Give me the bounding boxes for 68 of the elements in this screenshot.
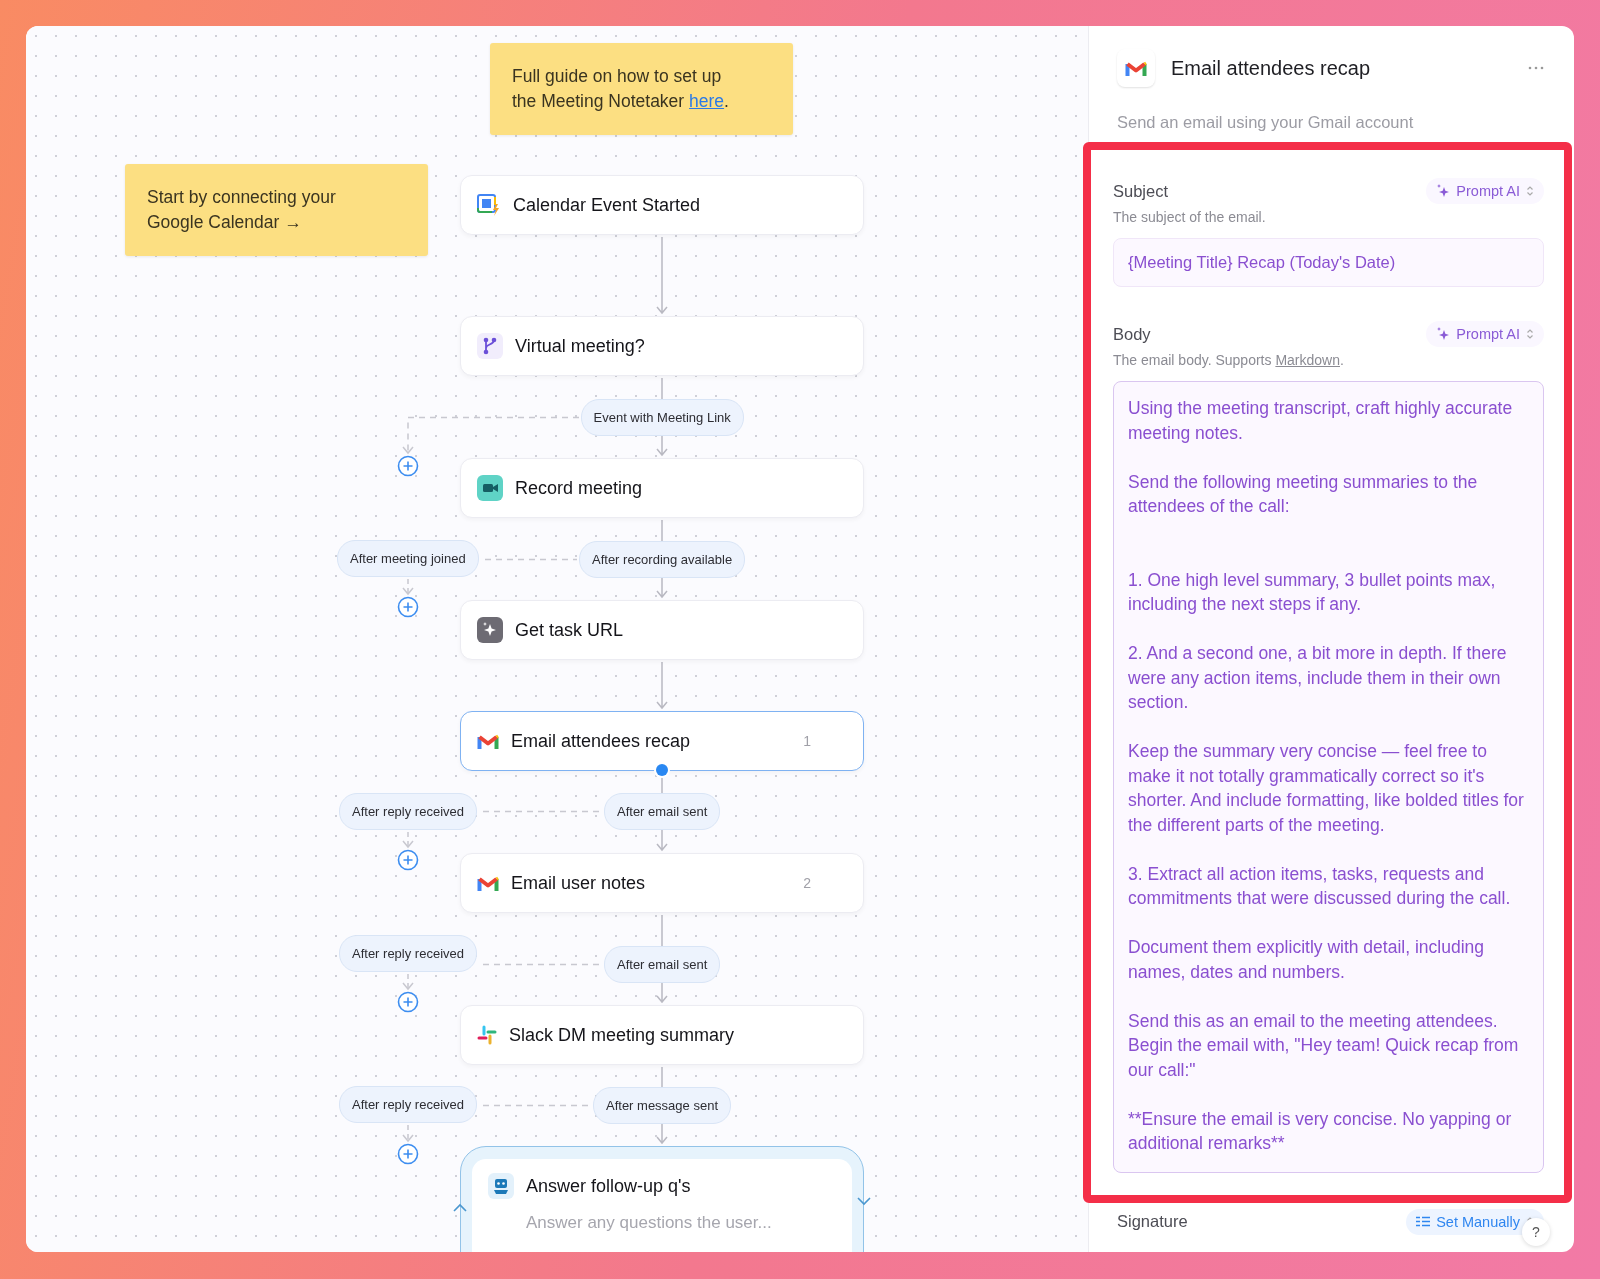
connection-handle[interactable] bbox=[656, 764, 668, 776]
branch-label: After reply received bbox=[339, 792, 477, 830]
hash-icon bbox=[477, 1025, 497, 1045]
more-icon[interactable] bbox=[1528, 66, 1544, 70]
add-step-button[interactable] bbox=[397, 991, 419, 1013]
dashed-arrow bbox=[402, 578, 414, 596]
mail-icon bbox=[477, 732, 499, 750]
markdown-link[interactable]: Markdown bbox=[1275, 352, 1340, 368]
step-description: Answer any questions the user... bbox=[526, 1213, 773, 1233]
branch-label: Event with Meeting Link bbox=[580, 398, 744, 436]
add-step-button[interactable] bbox=[397, 455, 419, 477]
step-number: 2 bbox=[803, 875, 811, 891]
step-title: Record meeting bbox=[515, 477, 643, 499]
mail-icon bbox=[477, 874, 499, 892]
step-title: Email user notes bbox=[511, 872, 646, 894]
subject-field[interactable]: {Meeting Title} Recap (Today's Date) bbox=[1113, 238, 1544, 287]
step-number: 1 bbox=[803, 733, 811, 749]
sparkle-icon bbox=[477, 617, 503, 643]
robot-icon bbox=[488, 1173, 514, 1199]
field-label: Subject bbox=[1113, 181, 1169, 201]
sparkle-icon bbox=[1436, 327, 1451, 341]
branch-icon bbox=[477, 333, 503, 359]
branch-label: After email sent bbox=[604, 945, 721, 983]
step-card[interactable]: Calendar Event Started bbox=[460, 175, 864, 235]
add-step-button[interactable] bbox=[397, 1143, 419, 1165]
step-card[interactable]: Get task URL bbox=[460, 600, 864, 660]
step-title: Calendar Event Started bbox=[513, 194, 701, 216]
mode-button[interactable]: Prompt AI bbox=[1426, 178, 1544, 204]
step-card[interactable]: Email user notes 2 bbox=[460, 853, 864, 913]
body-field[interactable]: Using the meeting transcript, craft highly accurate meeting notes. Send the following meeting summaries to the attendees of the call: 1. One high level summary, 3 bullet points max, including the next steps if any. 2. And a second one, a bit more in depth. If there were any action items, include them in their own section. Keep the summary very concise — feel free to make it not totally grammatically correct so it's shorter. And include formatting, like bolded titles for the different parts of the meeting. 3. Extract all action items, tasks, requests and commitments that were discussed during the call. Document them explicitly with detail, including names, dates and numbers. Send this as an email to the meeting attendees. Begin the email with, "Hey team! Quick recap from our call:" **Ensure the email is very concise. No yapping or additional remarks** bbox=[1113, 381, 1544, 1173]
step-title: Answer follow-up q's bbox=[526, 1175, 691, 1197]
step-title: Email attendees recap bbox=[511, 730, 691, 752]
step-title: Get task URL bbox=[515, 619, 624, 641]
step-title: Virtual meeting? bbox=[515, 335, 645, 357]
step-card[interactable]: Record meeting bbox=[460, 458, 864, 518]
dashed-arrow bbox=[402, 973, 414, 991]
add-step-button[interactable] bbox=[397, 849, 419, 871]
step-card[interactable]: Virtual meeting? bbox=[460, 316, 864, 376]
panel-subtitle: Send an email using your Gmail account bbox=[1116, 112, 1415, 132]
field-hint: The email body. Supports Markdown. bbox=[1113, 352, 1345, 368]
branch-label: After reply received bbox=[339, 1085, 477, 1123]
field-label: Signature bbox=[1117, 1212, 1188, 1231]
branch-label: After message sent bbox=[593, 1086, 731, 1124]
sparkle-icon bbox=[1436, 184, 1451, 198]
branch-label: After meeting joined bbox=[337, 539, 479, 577]
step-card[interactable]: Email attendees recap 1 bbox=[460, 711, 864, 771]
add-step-button[interactable] bbox=[397, 596, 419, 618]
branch-label: After recording available bbox=[579, 540, 746, 578]
note-text: Start by connecting your Google Calendar → bbox=[147, 186, 337, 234]
branch-label: After reply received bbox=[339, 934, 477, 972]
dashed-arrow bbox=[402, 1124, 414, 1143]
connector-arrow bbox=[656, 661, 668, 710]
field-hint: The subject of the email. bbox=[1113, 209, 1267, 225]
step-card[interactable]: Slack DM meeting summary bbox=[460, 1005, 864, 1065]
note-text: Full guide on how to set up the Meeting Notetaker here. bbox=[512, 65, 730, 113]
step-title: Slack DM meeting summary bbox=[509, 1024, 735, 1046]
step-card[interactable]: Answer follow-up q's Answer any questions the user... bbox=[472, 1159, 852, 1252]
mode-button[interactable]: Prompt AI bbox=[1426, 321, 1544, 347]
panel-title: Email attendees recap bbox=[1171, 56, 1370, 80]
video-camera-icon bbox=[477, 475, 503, 501]
chevron-updown-icon bbox=[1526, 185, 1534, 197]
list-icon bbox=[1416, 1216, 1431, 1227]
field-label: Body bbox=[1113, 324, 1151, 344]
branch-label: After email sent bbox=[604, 792, 721, 830]
help-button[interactable]: ? bbox=[1522, 1218, 1550, 1246]
dashed-arrow bbox=[402, 831, 414, 849]
chevron-updown-icon bbox=[1526, 328, 1534, 340]
calendar-icon bbox=[477, 194, 501, 216]
